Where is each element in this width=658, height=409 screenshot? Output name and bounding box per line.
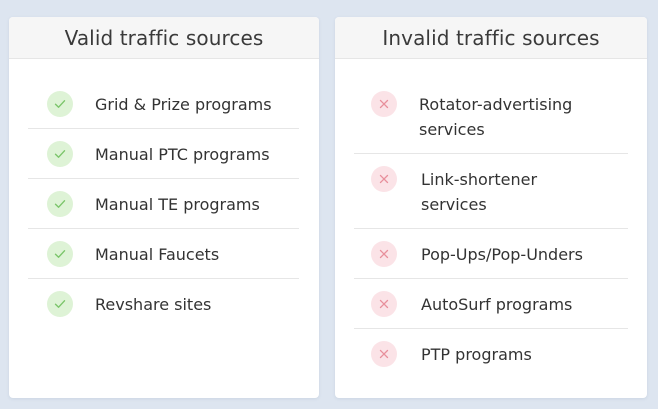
invalid-sources-list: Rotator-advertising services Link-shorte…	[335, 59, 647, 379]
list-item: Grid & Prize programs	[28, 59, 299, 129]
cross-icon	[371, 291, 397, 317]
cross-icon	[371, 91, 397, 117]
list-item: Manual PTC programs	[28, 129, 299, 179]
invalid-item-label: Rotator-advertising services	[419, 95, 573, 139]
invalid-item-label: Link-shortener services	[421, 170, 538, 214]
cross-icon	[371, 166, 397, 192]
list-item: Rotator-advertising services	[354, 59, 628, 154]
check-icon	[47, 91, 73, 117]
valid-item-label: Manual PTC programs	[95, 145, 270, 164]
check-icon	[47, 141, 73, 167]
check-icon	[47, 291, 73, 317]
cross-icon	[371, 241, 397, 267]
valid-item-label: Manual Faucets	[95, 245, 220, 264]
invalid-item-label: Pop-Ups/Pop-Unders	[421, 245, 583, 264]
cross-icon	[371, 341, 397, 367]
check-icon	[47, 191, 73, 217]
list-item: Pop-Ups/Pop-Unders	[354, 229, 628, 279]
valid-item-label: Revshare sites	[95, 295, 212, 314]
valid-sources-card: Valid traffic sources Grid & Prize progr…	[9, 17, 319, 398]
invalid-item-label: AutoSurf programs	[421, 295, 573, 314]
list-item: Revshare sites	[28, 279, 299, 329]
valid-item-label: Grid & Prize programs	[95, 95, 272, 114]
check-icon	[47, 241, 73, 267]
valid-sources-title: Valid traffic sources	[9, 17, 319, 59]
invalid-sources-title: Invalid traffic sources	[335, 17, 647, 59]
invalid-sources-card: Invalid traffic sources Rotator-advertis…	[335, 17, 647, 398]
list-item: Manual Faucets	[28, 229, 299, 279]
valid-sources-list: Grid & Prize programs Manual PTC program…	[9, 59, 319, 329]
list-item: Manual TE programs	[28, 179, 299, 229]
valid-item-label: Manual TE programs	[95, 195, 260, 214]
list-item: PTP programs	[354, 329, 628, 379]
invalid-item-label: PTP programs	[421, 345, 532, 364]
list-item: AutoSurf programs	[354, 279, 628, 329]
list-item: Link-shortener services	[354, 154, 628, 229]
